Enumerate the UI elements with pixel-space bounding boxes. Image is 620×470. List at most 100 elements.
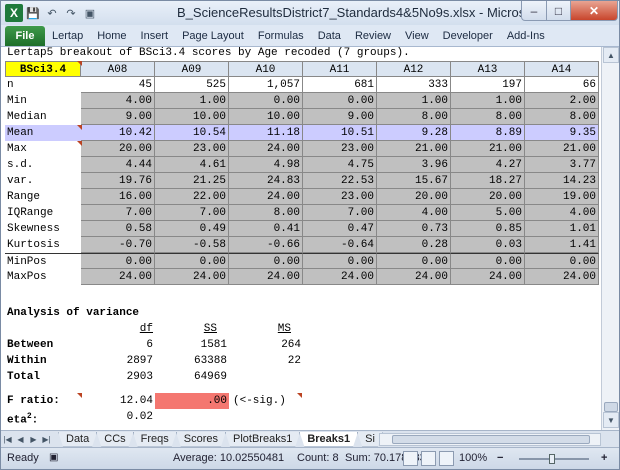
table-cell[interactable]: 21.00 <box>377 141 451 157</box>
undo-icon[interactable]: ↶ <box>43 4 61 22</box>
zoom-out-icon[interactable]: − <box>497 452 503 464</box>
first-sheet-icon[interactable]: |◀ <box>1 433 14 446</box>
table-cell[interactable]: 19.76 <box>81 173 155 189</box>
table-cell[interactable]: 0.73 <box>377 221 451 237</box>
table-cell[interactable]: 0.47 <box>303 221 377 237</box>
column-header-a11[interactable]: A11 <box>303 61 377 77</box>
table-cell[interactable]: 10.00 <box>229 109 303 125</box>
table-cell[interactable]: 9.28 <box>377 125 451 141</box>
table-cell[interactable]: 681 <box>303 77 377 93</box>
tab-add-ins[interactable]: Add-Ins <box>500 30 552 42</box>
p-value-cell[interactable]: .00 <box>155 393 229 409</box>
table-cell[interactable]: 24.00 <box>81 269 155 285</box>
zoom-in-icon[interactable]: + <box>601 452 607 464</box>
table-cell[interactable]: 45 <box>81 77 155 93</box>
sheet-tab-plotbreaks1[interactable]: PlotBreaks1 <box>225 432 300 447</box>
table-cell[interactable]: -0.58 <box>155 237 229 253</box>
sheet-tab-freqs[interactable]: Freqs <box>133 432 177 447</box>
table-cell[interactable]: 0.00 <box>229 93 303 109</box>
table-cell[interactable]: 10.00 <box>155 109 229 125</box>
table-cell[interactable]: 15.67 <box>377 173 451 189</box>
row-label[interactable]: n <box>5 77 81 93</box>
table-cell[interactable]: 5.00 <box>451 205 525 221</box>
table-cell[interactable]: 0.00 <box>303 253 377 269</box>
table-cell[interactable]: 1.00 <box>155 93 229 109</box>
maximize-button[interactable]: □ <box>546 1 571 21</box>
scroll-thumb[interactable] <box>604 402 618 412</box>
table-cell[interactable]: 21.00 <box>451 141 525 157</box>
table-cell[interactable]: 1.00 <box>377 93 451 109</box>
table-cell[interactable]: 0.00 <box>81 253 155 269</box>
column-header-a08[interactable]: A08 <box>81 61 155 77</box>
table-cell[interactable]: 3.96 <box>377 157 451 173</box>
file-tab[interactable]: File <box>5 25 45 46</box>
zoom-level[interactable]: 100% <box>459 452 487 464</box>
table-cell[interactable]: 24.00 <box>155 269 229 285</box>
table-cell[interactable]: 1,057 <box>229 77 303 93</box>
table-cell[interactable]: 9.35 <box>525 125 599 141</box>
table-cell[interactable]: 0.03 <box>451 237 525 253</box>
table-cell[interactable]: 21.25 <box>155 173 229 189</box>
column-header-a13[interactable]: A13 <box>451 61 525 77</box>
table-cell[interactable]: 14.23 <box>525 173 599 189</box>
tab-lertap[interactable]: Lertap <box>45 30 90 42</box>
table-cell[interactable]: 0.00 <box>451 253 525 269</box>
column-header-a12[interactable]: A12 <box>377 61 451 77</box>
table-cell[interactable]: 0.00 <box>525 253 599 269</box>
row-label[interactable]: IQRange <box>5 205 81 221</box>
macro-record-icon[interactable]: ▣ <box>49 452 58 463</box>
table-cell[interactable]: 4.98 <box>229 157 303 173</box>
minimize-button[interactable]: – <box>521 1 547 21</box>
table-cell[interactable]: 11.18 <box>229 125 303 141</box>
table-cell[interactable]: 9.00 <box>303 109 377 125</box>
table-cell[interactable]: -0.70 <box>81 237 155 253</box>
row-label[interactable]: s.d. <box>5 157 81 173</box>
page-layout-view-icon[interactable] <box>421 451 436 466</box>
table-cell[interactable]: 0.49 <box>155 221 229 237</box>
last-sheet-icon[interactable]: ▶| <box>40 433 53 446</box>
zoom-slider[interactable] <box>511 454 597 464</box>
table-cell[interactable]: 0.00 <box>229 253 303 269</box>
row-label[interactable]: Mean <box>5 125 81 141</box>
prev-sheet-icon[interactable]: ◀ <box>14 433 27 446</box>
tab-page-layout[interactable]: Page Layout <box>175 30 251 42</box>
row-label[interactable]: var. <box>5 173 81 189</box>
page-break-view-icon[interactable] <box>439 451 454 466</box>
table-cell[interactable]: 8.00 <box>229 205 303 221</box>
row-label[interactable]: Kurtosis <box>5 237 81 253</box>
table-cell[interactable]: 0.41 <box>229 221 303 237</box>
sheet-tab-scores[interactable]: Scores <box>176 432 226 447</box>
normal-view-icon[interactable] <box>403 451 418 466</box>
table-cell[interactable]: 9.00 <box>81 109 155 125</box>
table-cell[interactable]: 4.00 <box>81 93 155 109</box>
table-cell[interactable]: 10.54 <box>155 125 229 141</box>
table-cell[interactable]: 19.00 <box>525 189 599 205</box>
tab-review[interactable]: Review <box>348 30 398 42</box>
table-cell[interactable]: 20.00 <box>377 189 451 205</box>
scroll-up-icon[interactable]: ▲ <box>603 47 619 63</box>
row-label[interactable]: MinPos <box>5 253 81 269</box>
tab-insert[interactable]: Insert <box>134 30 176 42</box>
row-label[interactable]: Skewness <box>5 221 81 237</box>
sheet-tab-ccs[interactable]: CCs <box>96 432 133 447</box>
sheet-banner[interactable]: Lertap5 breakout of BSci3.4 scores by Ag… <box>5 47 595 61</box>
table-cell[interactable]: 7.00 <box>81 205 155 221</box>
customize-icon[interactable]: ▣ <box>81 4 99 22</box>
sheet-tab-data[interactable]: Data <box>58 432 97 447</box>
row-label[interactable]: Max <box>5 141 81 157</box>
table-cell[interactable]: 7.00 <box>155 205 229 221</box>
eta-value[interactable]: 0.02 <box>85 409 155 425</box>
zoom-slider-knob[interactable] <box>549 454 555 464</box>
table-cell[interactable]: 20.00 <box>81 141 155 157</box>
table-cell[interactable]: 4.00 <box>377 205 451 221</box>
table-cell[interactable]: 8.89 <box>451 125 525 141</box>
table-cell[interactable]: 22.00 <box>155 189 229 205</box>
table-cell[interactable]: 23.00 <box>303 141 377 157</box>
table-cell[interactable]: 0.85 <box>451 221 525 237</box>
table-cell[interactable]: 1.01 <box>525 221 599 237</box>
table-cell[interactable]: 0.28 <box>377 237 451 253</box>
table-cell[interactable]: 24.00 <box>303 269 377 285</box>
tab-view[interactable]: View <box>398 30 436 42</box>
table-cell[interactable]: 333 <box>377 77 451 93</box>
tab-formulas[interactable]: Formulas <box>251 30 311 42</box>
